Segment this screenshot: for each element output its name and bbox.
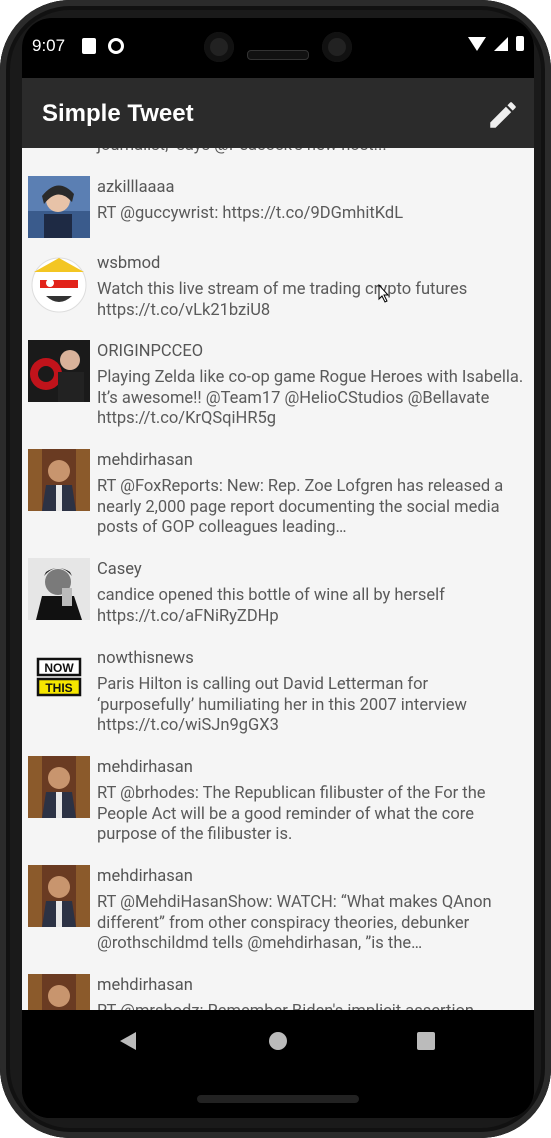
avatar[interactable] (28, 340, 90, 402)
tweet-username: ORIGINPCCEO (97, 342, 204, 361)
avatar[interactable] (28, 865, 90, 927)
navigation-bar (22, 1010, 534, 1118)
tweet-username: mehdirhasan (97, 867, 193, 886)
front-camera-icon (204, 32, 234, 62)
tweet-list[interactable]: journalist," says @Peacock's new host...… (22, 148, 534, 1010)
tweet-text: candice opened this bottle of wine all b… (97, 586, 445, 626)
device-frame: 9:07 Simple Tweet journalist," says @Pea (0, 0, 551, 1138)
do-not-disturb-icon (108, 38, 124, 54)
tweet-username: Casey (97, 560, 142, 579)
home-icon[interactable] (269, 1032, 287, 1050)
app-bar: Simple Tweet (22, 78, 534, 148)
recents-icon[interactable] (417, 1032, 435, 1050)
battery-icon (516, 36, 524, 51)
logo-this-text: THIS (45, 681, 72, 695)
logo-now-text: NOW (44, 661, 74, 675)
avatar[interactable] (28, 449, 90, 511)
tweet-text: RT @FoxReports: New: Rep. Zoe Lofgren ha… (97, 477, 504, 537)
wifi-icon (468, 36, 486, 51)
pencil-icon[interactable] (486, 98, 520, 132)
app-title: Simple Tweet (42, 100, 194, 127)
status-right (468, 36, 524, 51)
signal-icon (494, 36, 508, 51)
status-time: 9:07 (32, 36, 66, 55)
avatar[interactable] (28, 252, 90, 314)
tweet-text: Watch this live stream of me trading cry… (97, 280, 468, 320)
tweet-username: mehdirhasan (97, 976, 193, 995)
sensor-icon (322, 32, 352, 62)
tweet-username: wsbmod (97, 254, 161, 273)
tweet-text: RT @brhodes: The Republican filibuster o… (97, 784, 486, 844)
avatar[interactable] (28, 558, 90, 620)
avatar[interactable] (28, 176, 90, 238)
tweet-text: Paris Hilton is calling out David Letter… (97, 675, 467, 735)
tweet-text: Playing Zelda like co-op game Rogue Hero… (97, 368, 524, 428)
tweet-text: RT @MehdiHasanShow: WATCH: “What makes Q… (97, 893, 492, 953)
tweet-username: mehdirhasan (97, 758, 193, 777)
tweet-username: nowthisnews (97, 649, 194, 668)
gesture-bar (197, 1095, 359, 1103)
avatar[interactable] (28, 756, 90, 818)
sd-card-icon (82, 38, 96, 54)
avatar[interactable]: NOW THIS (28, 647, 90, 709)
screen: 9:07 Simple Tweet journalist," says @Pea (22, 18, 534, 1118)
tweet-text: RT @guccywrist: https://t.co/9DGmhitKdL (97, 204, 404, 223)
tweet-username: azkilllaaaa (97, 178, 175, 197)
tweet-username: mehdirhasan (97, 451, 193, 470)
back-icon[interactable] (120, 1032, 136, 1050)
tweet-text: journalist," says @Peacock's new host... (97, 148, 529, 157)
status-bar: 9:07 (22, 18, 534, 78)
earpiece-speaker (247, 50, 309, 60)
tweet-text: RT @mrshodz: Remember Biden's implicit a… (97, 1002, 529, 1010)
avatar[interactable] (28, 974, 90, 1010)
mouse-cursor-icon (378, 284, 390, 303)
